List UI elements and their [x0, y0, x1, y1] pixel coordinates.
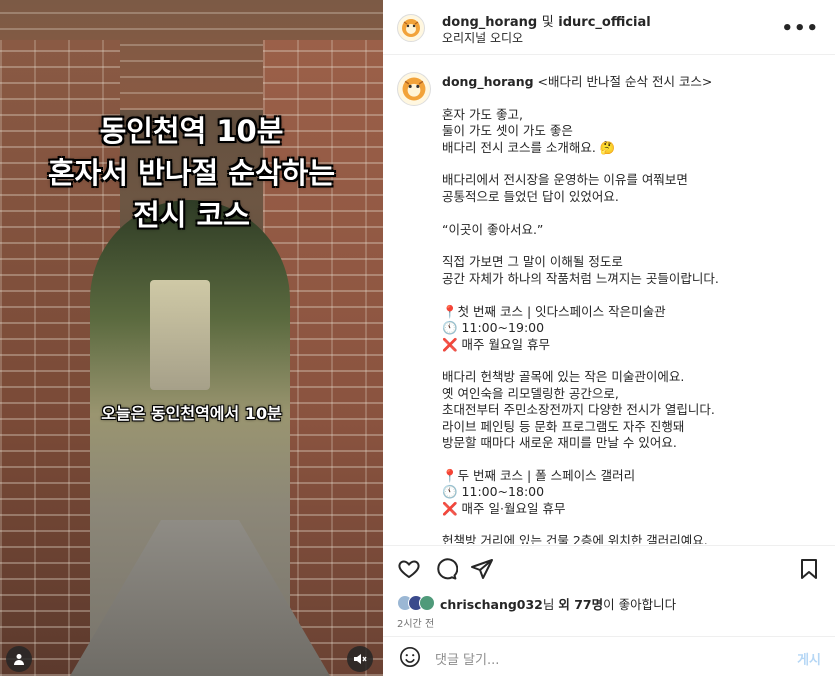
caption-body: dong_horang <배다리 반나절 순삭 전시 코스> 혼자 가도 좋고,…	[442, 74, 817, 544]
likes-others-link[interactable]: 외 77명	[558, 597, 603, 612]
tiger-mascot-icon	[402, 77, 426, 101]
caption-username[interactable]: dong_horang	[442, 74, 534, 89]
user-icon	[14, 654, 24, 665]
caption-author-avatar[interactable]	[397, 72, 431, 106]
post-panel: dong_horang 및 idurc_official 오리지널 오디오 ••…	[383, 0, 835, 676]
action-bar	[383, 545, 835, 591]
likes-summary: chrischang032님 외 77명이 좋아합니다	[397, 592, 676, 614]
ellipsis-icon: •••	[781, 18, 819, 39]
mute-toggle-button[interactable]	[347, 646, 373, 672]
comment-input[interactable]: 댓글 달기...	[435, 649, 499, 668]
author-username[interactable]: dong_horang	[442, 15, 537, 30]
video-overlay-subtitle: 오늘은 동인천역에서 10분	[101, 404, 282, 423]
comment-icon[interactable]	[434, 557, 458, 581]
liker-username[interactable]: chrischang032	[440, 597, 543, 612]
heart-icon[interactable]	[397, 557, 421, 581]
video-player[interactable]: 동인천역 10분 혼자서 반나절 순삭하는 전시 코스 오늘은 동인천역에서 1…	[0, 0, 383, 676]
comment-bar: 댓글 달기... 게시	[383, 636, 835, 676]
likes-suffix-1: 님	[542, 596, 559, 612]
and-label: 및	[541, 15, 554, 30]
tagged-users-button[interactable]	[6, 646, 32, 672]
more-options-button[interactable]: •••	[781, 18, 819, 39]
video-frame	[0, 0, 383, 676]
send-icon[interactable]	[470, 557, 494, 581]
bookmark-icon[interactable]	[797, 557, 821, 581]
video-overlay-title-line-2: 혼자서 반나절 순삭하는	[48, 156, 335, 190]
liker-avatar	[419, 595, 435, 611]
tiger-mascot-icon	[402, 19, 420, 37]
caption-scroll-area[interactable]: dong_horang <배다리 반나절 순삭 전시 코스> 혼자 가도 좋고,…	[383, 56, 835, 544]
smiley-icon[interactable]	[399, 646, 421, 668]
speaker-muted-icon	[354, 654, 367, 664]
video-overlay-title-line-3: 전시 코스	[133, 198, 250, 232]
collaborator-username[interactable]: idurc_official	[558, 15, 650, 30]
audio-label[interactable]: 오리지널 오디오	[442, 29, 523, 46]
video-overlay-title-line-1: 동인천역 10분	[99, 114, 284, 148]
likes-suffix-2: 이 좋아합니다	[603, 596, 677, 612]
caption-text: <배다리 반나절 순삭 전시 코스> 혼자 가도 좋고, 둘이 가도 셋이 가도…	[442, 74, 719, 544]
post-timestamp[interactable]: 2시간 전	[397, 615, 434, 630]
post-header: dong_horang 및 idurc_official 오리지널 오디오 ••…	[383, 0, 835, 55]
post-comment-button[interactable]: 게시	[797, 649, 821, 668]
author-avatar[interactable]	[397, 14, 425, 42]
post-authors: dong_horang 및 idurc_official	[442, 11, 651, 30]
